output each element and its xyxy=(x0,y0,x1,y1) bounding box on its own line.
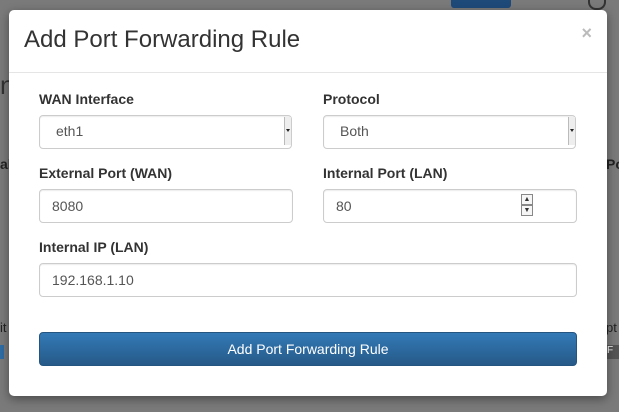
chevron-up-icon[interactable]: ▲ xyxy=(521,194,533,205)
chevron-down-icon xyxy=(568,117,575,145)
external-port-input[interactable]: 8080 xyxy=(39,189,293,223)
internal-port-input[interactable]: 80 ▲ ▼ xyxy=(323,189,577,223)
external-port-label: External Port (WAN) xyxy=(39,165,173,181)
internal-port-label: Internal Port (LAN) xyxy=(323,165,448,181)
protocol-value: Both xyxy=(340,123,369,139)
internal-ip-input[interactable]: 192.168.1.10 xyxy=(39,263,577,297)
add-rule-button[interactable]: Add Port Forwarding Rule xyxy=(39,332,577,366)
wan-interface-select[interactable]: eth1 xyxy=(39,115,292,149)
port-forwarding-modal: Add Port Forwarding Rule × WAN Interface… xyxy=(9,10,607,396)
wan-interface-label: WAN Interface xyxy=(39,91,134,107)
close-icon[interactable]: × xyxy=(581,24,592,42)
modal-header: Add Port Forwarding Rule × xyxy=(9,10,607,73)
chevron-down-icon xyxy=(284,117,291,145)
internal-port-value: 80 xyxy=(336,198,352,214)
internal-ip-label: Internal IP (LAN) xyxy=(39,239,149,255)
protocol-label: Protocol xyxy=(323,91,380,107)
modal-title: Add Port Forwarding Rule xyxy=(24,26,301,53)
protocol-select[interactable]: Both xyxy=(323,115,576,149)
chevron-down-icon[interactable]: ▼ xyxy=(521,205,533,216)
internal-ip-value: 192.168.1.10 xyxy=(52,272,134,288)
wan-interface-value: eth1 xyxy=(56,123,84,139)
external-port-value: 8080 xyxy=(52,198,84,214)
